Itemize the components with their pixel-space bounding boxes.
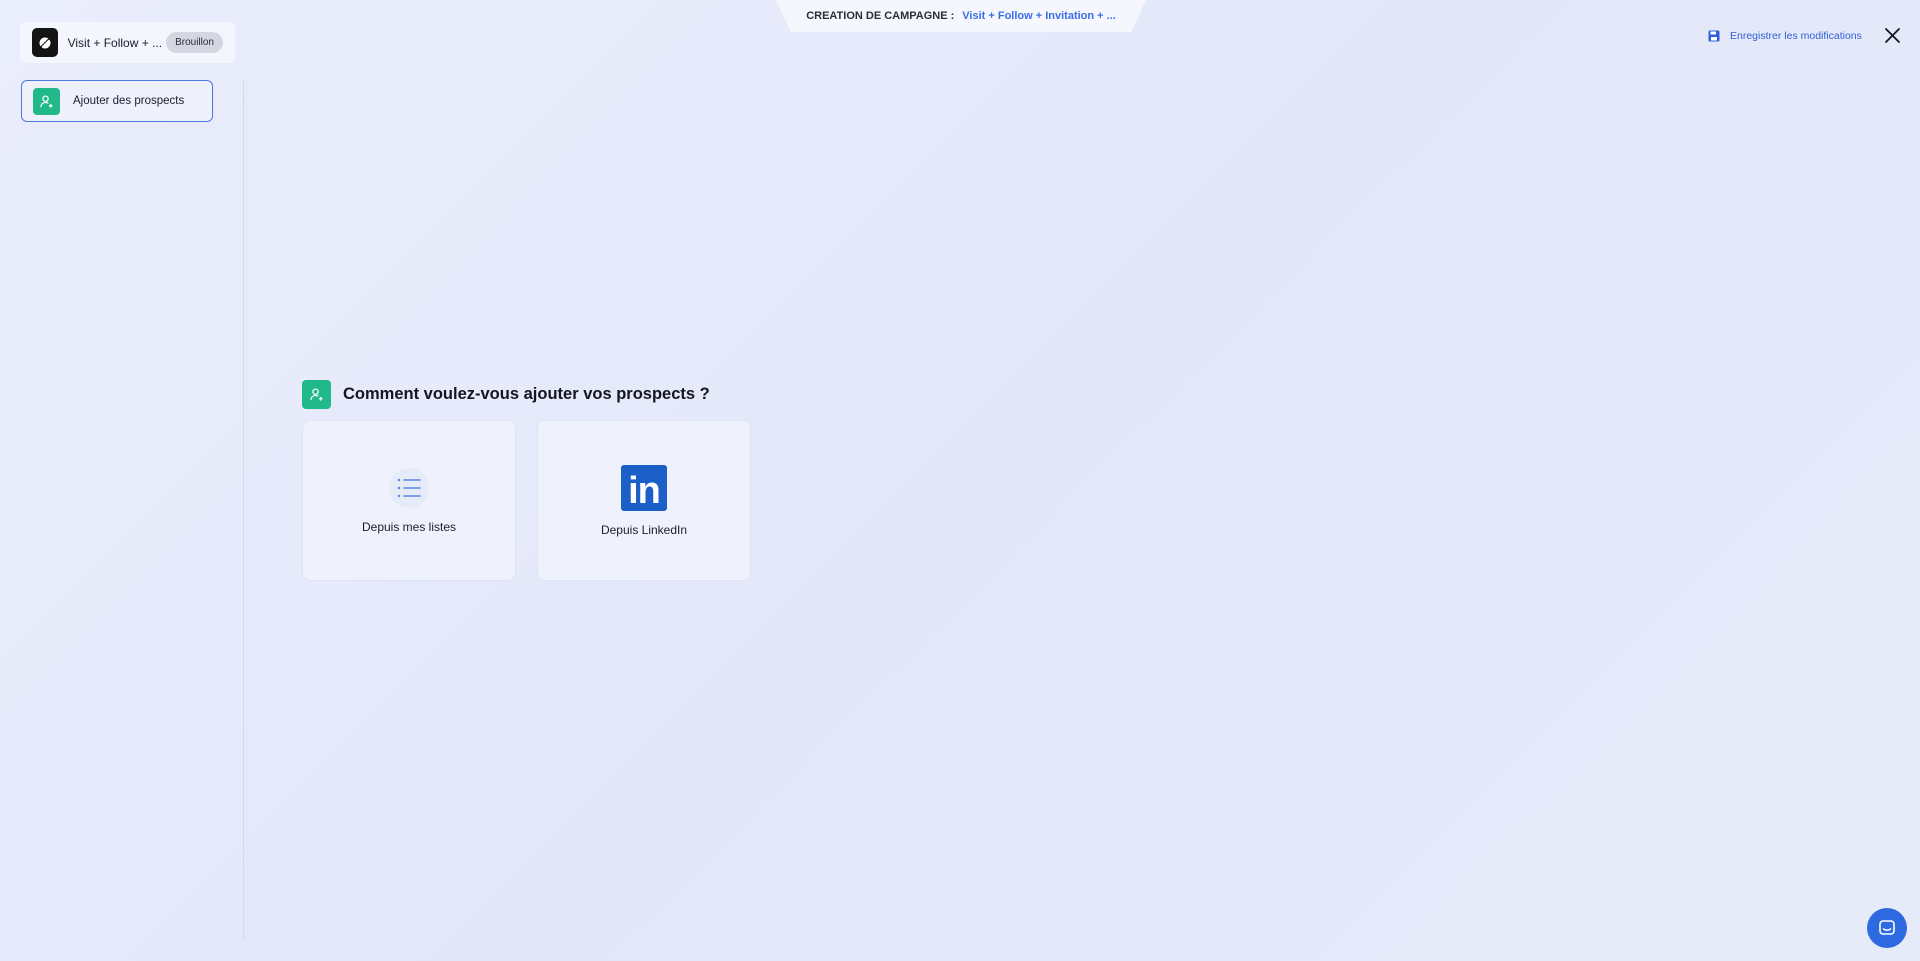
campaign-creation-tab: CREATION DE CAMPAGNE : Visit + Follow + … <box>776 0 1146 32</box>
campaign-name: Visit + Follow + ... <box>67 35 163 50</box>
user-add-icon <box>302 380 331 409</box>
page: CREATION DE CAMPAGNE : Visit + Follow + … <box>0 0 1920 961</box>
option-label: Depuis LinkedIn <box>600 522 688 537</box>
save-label: Enregistrer les modifications <box>1730 30 1862 42</box>
save-icon <box>1708 30 1720 42</box>
list-icon <box>389 467 429 508</box>
close-icon <box>1885 28 1900 43</box>
question-header: Comment voulez-vous ajouter vos prospect… <box>302 380 710 409</box>
app-logo-icon <box>32 28 58 57</box>
sidebar-divider <box>243 80 244 940</box>
close-button[interactable] <box>1884 27 1901 44</box>
option-from-linkedin[interactable]: in Depuis LinkedIn <box>537 420 751 581</box>
status-badge: Brouillon <box>166 32 223 53</box>
sidebar-item-label: Ajouter des prospects <box>73 95 185 107</box>
chat-support-button[interactable] <box>1867 908 1907 948</box>
campaign-card[interactable]: Visit + Follow + ... Brouillon <box>20 22 235 63</box>
user-add-icon <box>33 87 60 115</box>
tab-campaign-name: Visit + Follow + Invitation + ... <box>962 10 1116 22</box>
sidebar-item-add-prospects[interactable]: Ajouter des prospects <box>21 80 213 122</box>
chat-icon <box>1879 920 1895 935</box>
linkedin-icon: in <box>621 464 667 511</box>
save-button[interactable]: Enregistrer les modifications <box>1708 28 1862 44</box>
tab-label: CREATION DE CAMPAGNE : <box>806 10 955 22</box>
option-label: Depuis mes listes <box>361 519 457 534</box>
question-title: Comment voulez-vous ajouter vos prospect… <box>343 385 710 403</box>
option-from-lists[interactable]: Depuis mes listes <box>302 420 516 581</box>
